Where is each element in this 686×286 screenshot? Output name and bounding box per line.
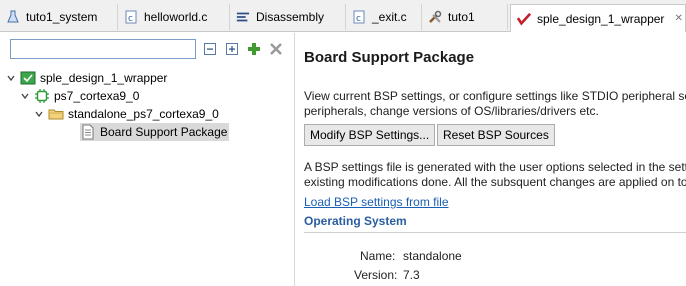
chevron-down-icon[interactable]	[6, 73, 16, 83]
tab-label: tuto1	[448, 10, 475, 24]
vitis-icon	[517, 12, 531, 26]
description-line: peripherals, change versions of OS/libra…	[304, 104, 599, 118]
c-file-icon: c	[124, 10, 138, 24]
load-bsp-settings-link[interactable]: Load BSP settings from file	[304, 195, 449, 209]
tree-label: standalone_ps7_cortexa9_0	[68, 107, 219, 121]
remove-icon[interactable]	[268, 41, 284, 57]
operating-system-section-title: Operating System	[304, 214, 407, 228]
tab-tuto1-system[interactable]: tuto1_system	[0, 4, 118, 30]
svg-text:c: c	[128, 14, 133, 24]
info-line: A BSP settings file is generated with th…	[304, 160, 686, 174]
chevron-down-icon[interactable]	[34, 109, 44, 119]
tab-label: _exit.c	[372, 10, 407, 24]
os-name-label: Name:	[360, 249, 396, 263]
folder-icon	[48, 106, 64, 122]
tree-node-standalone[interactable]: standalone_ps7_cortexa9_0	[34, 105, 219, 123]
document-icon	[80, 124, 96, 140]
section-divider	[304, 232, 686, 233]
tab-disassembly[interactable]: Disassembly	[230, 4, 346, 30]
expand-all-icon[interactable]	[224, 41, 240, 57]
os-version-value: 7.3	[403, 268, 420, 282]
filter-input[interactable]	[10, 39, 196, 59]
tab-label: sple_design_1_wrapper	[537, 11, 665, 26]
c-file-icon: c	[352, 10, 366, 24]
description-line: View current BSP settings, or configure …	[304, 89, 686, 103]
tab-exit-c[interactable]: c _exit.c	[346, 4, 422, 30]
bsp-description: View current BSP settings, or configure …	[304, 89, 686, 119]
tree-label: ps7_cortexa9_0	[54, 89, 140, 103]
bsp-outline-panel: sple_design_1_wrapper ps7_cortexa9_0 sta…	[0, 33, 295, 286]
bsp-overview: Board Support Package View current BSP s…	[296, 33, 686, 286]
add-icon[interactable]	[246, 41, 262, 57]
close-icon[interactable]: ✕	[674, 13, 682, 24]
svg-text:c: c	[356, 14, 361, 24]
tree-node-platform[interactable]: sple_design_1_wrapper	[6, 69, 167, 87]
platform-icon	[20, 70, 36, 86]
tree-label: sple_design_1_wrapper	[40, 71, 168, 85]
os-name-value: standalone	[403, 249, 462, 263]
reset-bsp-sources-button[interactable]: Reset BSP Sources	[437, 124, 555, 146]
tab-label: Disassembly	[256, 10, 325, 24]
tools-icon	[428, 10, 442, 24]
tab-helloworld-c[interactable]: c helloworld.c	[118, 4, 230, 30]
disassembly-icon	[236, 10, 250, 24]
flask-icon	[6, 10, 20, 24]
editor-tab-bar: tuto1_system c helloworld.c Disassembly …	[0, 0, 686, 32]
bsp-regenerate-info: A BSP settings file is generated with th…	[304, 160, 686, 190]
tree-label: Board Support Package	[100, 125, 228, 139]
tree-node-processor[interactable]: ps7_cortexa9_0	[20, 87, 139, 105]
tab-sple-design-1-wrapper[interactable]: sple_design_1_wrapper ✕	[510, 4, 686, 32]
tab-tuto1[interactable]: tuto1	[422, 4, 508, 30]
tree-node-bsp[interactable]: Board Support Package	[80, 123, 230, 141]
chevron-down-icon[interactable]	[20, 91, 30, 101]
os-version-label: Version:	[354, 268, 398, 282]
processor-icon	[34, 88, 50, 104]
tab-label: helloworld.c	[144, 10, 208, 24]
info-line: existing modifications done. All the sub…	[304, 175, 686, 189]
tab-label: tuto1_system	[26, 10, 98, 24]
modify-bsp-settings-button[interactable]: Modify BSP Settings...	[304, 124, 436, 146]
page-title: Board Support Package	[304, 49, 475, 66]
collapse-all-icon[interactable]	[202, 41, 218, 57]
